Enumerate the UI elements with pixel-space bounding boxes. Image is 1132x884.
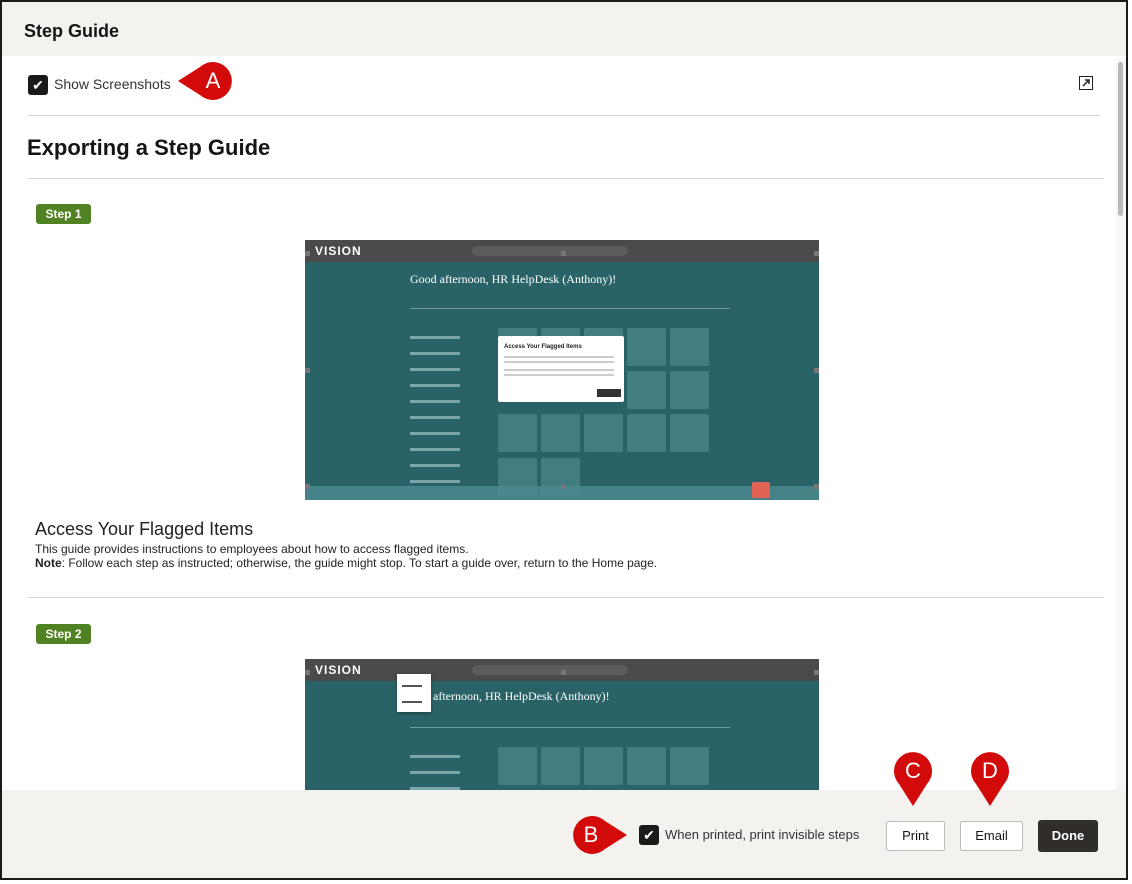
callout-b-letter: B <box>583 822 599 847</box>
dialog-footer: ✔ When printed, print invisible steps Pr… <box>2 790 1126 878</box>
print-invisible-steps-checkbox[interactable]: ✔ <box>639 825 659 845</box>
screenshot-quick-action <box>410 384 460 387</box>
screenshot-resize-handle <box>305 484 310 489</box>
screenshot-resize-handle <box>561 670 566 675</box>
screenshot-search-box <box>472 665 628 675</box>
dialog-header: Step Guide <box>2 2 1126 56</box>
step-1-description: This guide provides instructions to empl… <box>35 542 469 556</box>
screenshot-menu-line <box>402 685 422 687</box>
step-guide-dialog: Step Guide ✔ Show Screenshots Exporting … <box>0 0 1128 880</box>
screenshot-app-tile <box>584 414 623 452</box>
note-label: Note <box>35 556 62 570</box>
step-1-title: Access Your Flagged Items <box>35 519 254 539</box>
note-text: : Follow each step as instructed; otherw… <box>61 556 658 570</box>
callout-c: C <box>893 746 933 808</box>
screenshot-resize-handle <box>814 251 819 256</box>
vision-logo: VISION <box>315 244 362 258</box>
open-in-new-window-icon[interactable] <box>1079 76 1093 90</box>
show-screenshots-label: Show Screenshots <box>54 76 171 92</box>
vertical-scrollbar[interactable] <box>1116 58 1126 791</box>
screenshot-app-tile <box>498 747 537 785</box>
screenshot-resize-handle <box>561 251 566 256</box>
step-1-screenshot: VISION Good afternoon, HR HelpDesk (Anth… <box>305 240 819 500</box>
done-button[interactable]: Done <box>1038 820 1098 852</box>
screenshot-resize-handle <box>814 484 819 489</box>
screenshot-resize-handle <box>305 368 310 373</box>
divider <box>27 115 1100 116</box>
screenshot-app-tile <box>670 414 709 452</box>
screenshot-quick-action <box>410 771 460 774</box>
callout-c-letter: C <box>905 758 921 783</box>
screenshot-app-tile <box>627 747 666 785</box>
screenshot-app-tile <box>627 328 666 366</box>
screenshot-quick-action <box>410 432 460 435</box>
callout-a-letter: A <box>205 68 221 93</box>
screenshot-chat-icon <box>752 482 770 498</box>
callout-a: A <box>176 61 238 101</box>
dialog-content: ✔ Show Screenshots Exporting a Step Guid… <box>2 56 1116 790</box>
screenshot-app-tile <box>541 414 580 452</box>
screenshot-greeting: Good afternoon, HR HelpDesk (Anthony)! <box>410 272 617 286</box>
callout-b: B <box>567 815 629 855</box>
screenshot-app-tile <box>670 747 709 785</box>
screenshot-resize-handle <box>561 484 566 489</box>
step-1-note: Note: Follow each step as instructed; ot… <box>35 556 657 570</box>
screenshot-resize-handle <box>305 251 310 256</box>
email-button[interactable]: Email <box>960 821 1023 851</box>
screenshot-popup-text-line <box>504 369 614 371</box>
step-2-badge: Step 2 <box>36 624 91 644</box>
divider <box>27 178 1104 179</box>
screenshot-quick-action <box>410 480 460 483</box>
screenshot-resize-handle <box>814 368 819 373</box>
screenshot-app-tile <box>670 371 709 409</box>
screenshot-resize-handle <box>305 670 310 675</box>
screenshot-app-tile <box>584 747 623 785</box>
screenshot-quick-action <box>410 352 460 355</box>
screenshot-app-tile <box>627 414 666 452</box>
scrollbar-thumb[interactable] <box>1118 62 1123 216</box>
screenshot-search-box <box>472 246 628 256</box>
screenshot-popup-text-line <box>504 361 614 363</box>
screenshot-quick-action <box>410 464 460 467</box>
vision-logo: VISION <box>315 663 362 677</box>
screenshot-app-tile <box>670 328 709 366</box>
divider <box>27 597 1104 598</box>
callout-d: D <box>970 746 1010 808</box>
guide-title: Exporting a Step Guide <box>27 135 271 160</box>
step-1-badge: Step 1 <box>36 204 91 224</box>
screenshot-guide-popup: Access Your Flagged Items <box>498 336 624 402</box>
screenshot-quick-action <box>410 400 460 403</box>
screenshot-popup-text-line <box>504 356 614 358</box>
screenshot-app-tile <box>541 747 580 785</box>
callout-d-letter: D <box>982 758 998 783</box>
screenshot-menu-line <box>402 701 422 703</box>
screenshot-quick-action <box>410 416 460 419</box>
screenshot-quick-action <box>410 336 460 339</box>
screenshot-nav-line <box>410 308 730 309</box>
screenshot-popup-title: Access Your Flagged Items <box>504 344 582 350</box>
print-invisible-steps-label: When printed, print invisible steps <box>665 827 860 842</box>
screenshot-quick-action <box>410 755 460 758</box>
screenshot-dropdown-menu <box>397 674 431 712</box>
screenshot-app-tile <box>627 371 666 409</box>
screenshot-resize-handle <box>814 670 819 675</box>
screenshot-greeting: afternoon, HR HelpDesk (Anthony)! <box>433 689 610 703</box>
screenshot-quick-action <box>410 368 460 371</box>
print-button[interactable]: Print <box>886 821 945 851</box>
screenshot-nav-line <box>410 727 730 728</box>
screenshot-quick-action <box>410 448 460 451</box>
show-screenshots-checkbox[interactable]: ✔ <box>28 75 48 95</box>
screenshot-popup-next-button <box>597 389 621 397</box>
screenshot-popup-text-line <box>504 374 614 376</box>
step-2-screenshot: VISION afternoon, HR HelpDesk (Anthony)! <box>305 659 819 790</box>
dialog-title: Step Guide <box>24 21 120 41</box>
screenshot-app-tile <box>498 414 537 452</box>
